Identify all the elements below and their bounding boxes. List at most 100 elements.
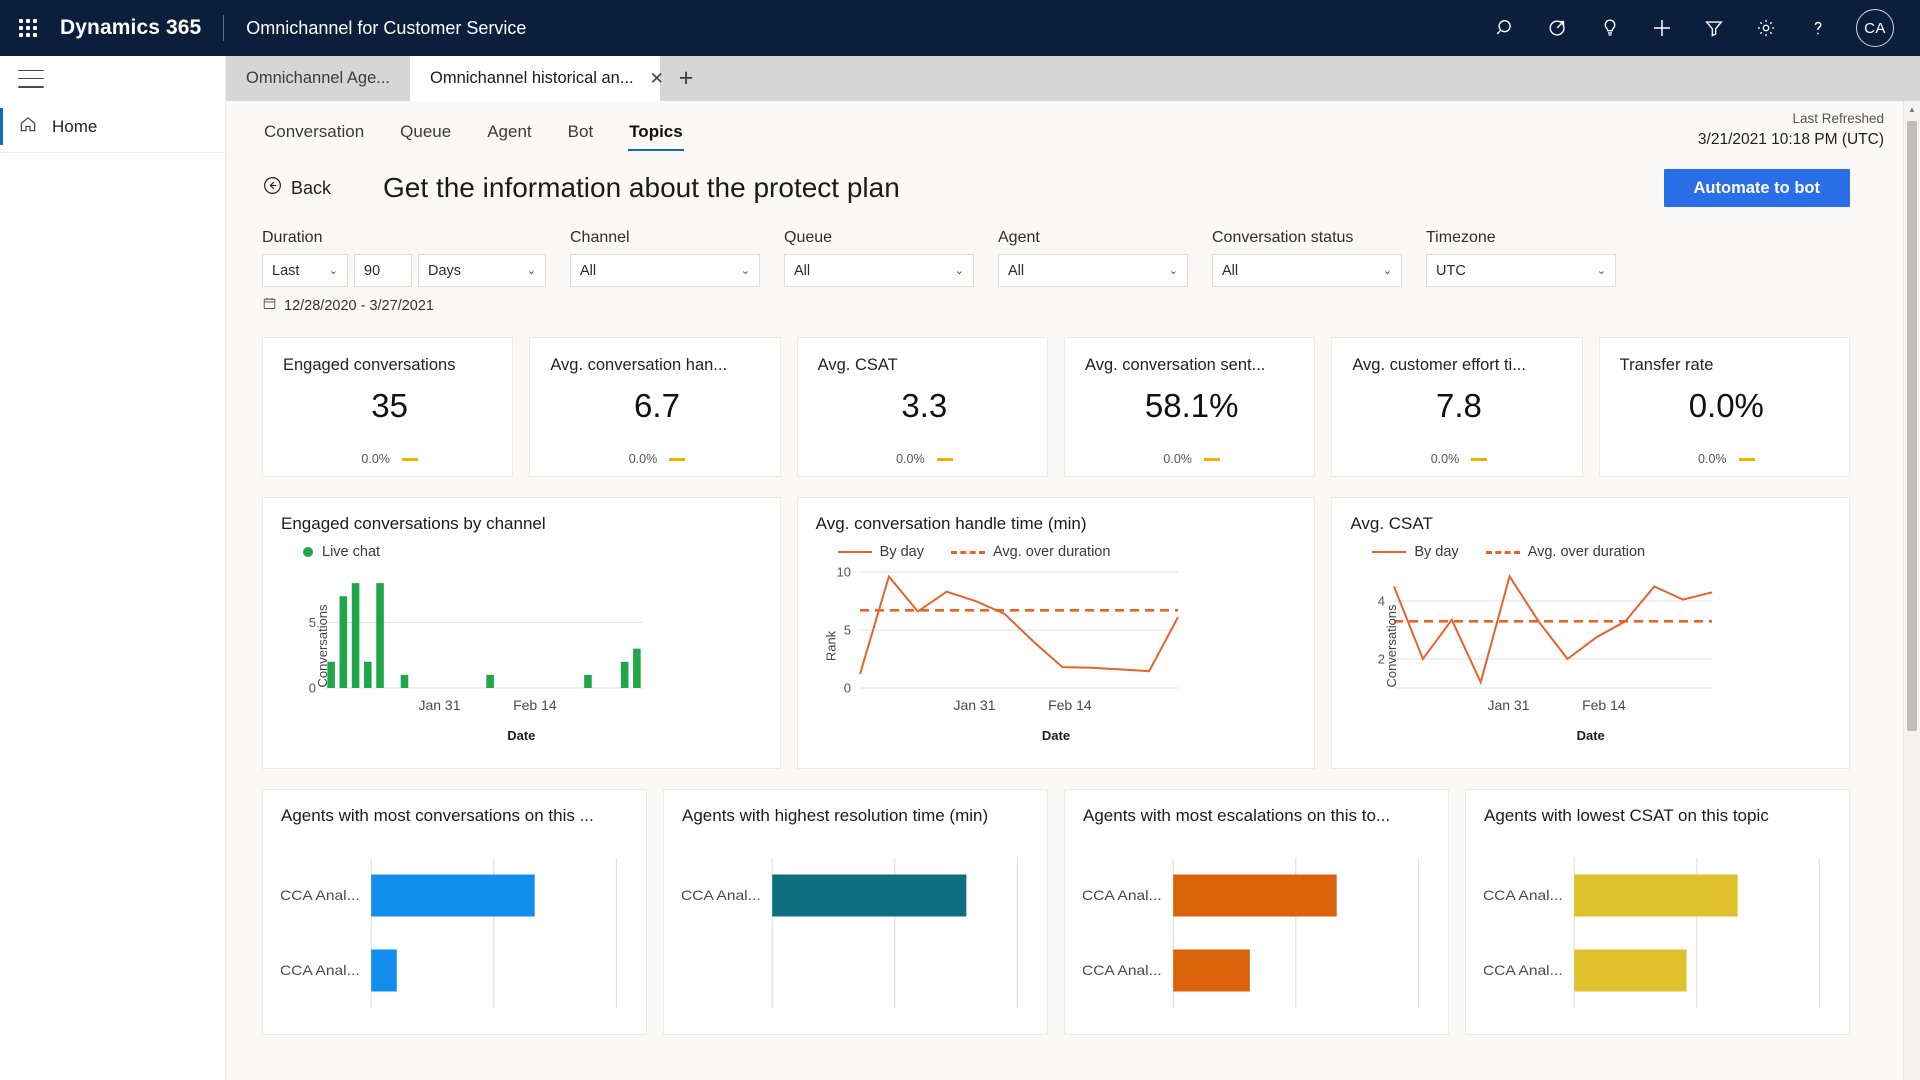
- chart-card[interactable]: Agents with highest resolution time (min…: [663, 789, 1048, 1035]
- filter-label: Queue: [784, 229, 833, 246]
- chart-card[interactable]: Agents with most conversations on this .…: [262, 789, 647, 1035]
- chart-title: Avg. CSAT: [1350, 514, 1433, 533]
- bar-category-label: CCA Anal...: [281, 964, 360, 979]
- chart-card[interactable]: Agents with most escalations on this to.…: [1064, 789, 1449, 1035]
- legend-marker-solid: [1372, 550, 1407, 554]
- kpi-delta: 0.0%: [896, 452, 925, 466]
- sidebar-item-home[interactable]: Home: [0, 101, 225, 153]
- conversation-status-select[interactable]: All ⌄: [1212, 254, 1402, 287]
- filter-label: Channel: [570, 229, 630, 246]
- bar[interactable]: [371, 949, 397, 992]
- legend-entry-byday: By day: [837, 544, 924, 560]
- chart-card[interactable]: Avg. conversation handle time (min) By da…: [796, 497, 1316, 769]
- legend-label: Live chat: [322, 544, 381, 560]
- avatar[interactable]: CA: [1856, 9, 1894, 47]
- agent-select[interactable]: All ⌄: [998, 254, 1188, 287]
- chart-card[interactable]: Agents with lowest CSAT on this topic CCA…: [1465, 789, 1850, 1035]
- bar[interactable]: [1574, 874, 1738, 917]
- kpi-card[interactable]: Engaged conversations 35 0.0%: [262, 337, 514, 477]
- legend-entry-byday: By day: [1372, 544, 1459, 560]
- scroll-up-arrow[interactable]: ▲: [1904, 101, 1920, 118]
- subtab-conversation[interactable]: Conversation: [250, 122, 378, 151]
- y-axis-label: Conversations: [1384, 604, 1400, 688]
- duration-amount-input[interactable]: 90: [354, 254, 412, 287]
- kpi-title: Avg. conversation sent...: [1084, 356, 1266, 374]
- kpi-card[interactable]: Transfer rate 0.0% 0.0%: [1598, 337, 1850, 477]
- bar[interactable]: [772, 874, 967, 917]
- add-icon[interactable]: [1638, 4, 1686, 52]
- chart-card[interactable]: Avg. CSAT By day Avg. over duration Convers…: [1331, 497, 1851, 769]
- select-value: Days: [428, 262, 462, 279]
- filter-label: Duration: [262, 229, 323, 246]
- assistant-icon[interactable]: [1534, 4, 1582, 52]
- add-tab-icon[interactable]: +: [660, 56, 712, 101]
- header-actions: CA: [1482, 4, 1910, 52]
- kpi-footer: 0.0%: [283, 452, 496, 466]
- line-series-by-day: [1393, 573, 1713, 686]
- scrollbar-thumb[interactable]: [1907, 121, 1917, 731]
- bar[interactable]: [1574, 949, 1687, 992]
- select-value: UTC: [1436, 262, 1466, 279]
- subtab-agent[interactable]: Agent: [473, 122, 545, 151]
- waffle-icon[interactable]: [0, 0, 56, 56]
- legend-marker: [303, 547, 313, 557]
- kpi-delta: 0.0%: [628, 452, 658, 466]
- bar[interactable]: [633, 648, 641, 688]
- horizontal-bar-plot: CCA Anal...: [682, 858, 1019, 1008]
- back-button[interactable]: Back: [262, 175, 331, 201]
- kpi-value: 58.1%: [1144, 387, 1239, 424]
- tab-label: Omnichannel historical an...: [430, 69, 634, 87]
- kpi-card[interactable]: Avg. customer effort ti... 7.8 0.0%: [1331, 337, 1583, 477]
- bar[interactable]: [400, 674, 409, 688]
- settings-gear-icon[interactable]: [1742, 4, 1790, 52]
- chart-card[interactable]: Engaged conversations by channel Live cha…: [262, 497, 781, 769]
- help-icon[interactable]: [1794, 4, 1842, 52]
- subtab-bot[interactable]: Bot: [554, 122, 608, 151]
- tab-omnichannel-agent[interactable]: Omnichannel Age...: [226, 56, 411, 101]
- bar[interactable]: [371, 874, 535, 917]
- kpi-card[interactable]: Avg. CSAT 3.3 0.0%: [796, 337, 1048, 477]
- page-title: Get the information about the protect pl…: [383, 172, 900, 203]
- last-refreshed-label: Last Refreshed: [1792, 111, 1884, 126]
- bar[interactable]: [376, 583, 384, 688]
- select-value: All: [794, 262, 811, 279]
- legend-marker-solid: [837, 550, 872, 554]
- kpi-delta: 0.0%: [361, 452, 390, 466]
- bar[interactable]: [1173, 949, 1250, 992]
- duration-mode-select[interactable]: Last ⌄: [262, 254, 348, 287]
- subtab-topics[interactable]: Topics: [615, 122, 697, 151]
- channel-select[interactable]: All ⌄: [570, 254, 760, 287]
- duration-unit-select[interactable]: Days ⌄: [418, 254, 546, 287]
- bar[interactable]: [364, 661, 372, 688]
- kpi-card[interactable]: Avg. conversation han... 6.7 0.0%: [529, 337, 781, 477]
- chart-plot-area: Rank 0 5 10 Jan 31 Feb 14: [816, 562, 1297, 730]
- bar[interactable]: [339, 596, 348, 688]
- subtab-queue[interactable]: Queue: [386, 122, 465, 151]
- header-divider: [223, 15, 225, 41]
- automate-to-bot-button[interactable]: Automate to bot: [1663, 169, 1850, 207]
- legend-marker-dashed: [1485, 550, 1520, 554]
- filter-label: Conversation status: [1212, 229, 1354, 246]
- home-icon: [18, 114, 38, 139]
- kpi-card[interactable]: Avg. conversation sent... 58.1% 0.0%: [1063, 337, 1316, 477]
- app-header-bar: Dynamics 365 Omnichannel for Customer Se…: [0, 0, 1920, 56]
- filter-conversation-status: Conversation status All ⌄: [1212, 229, 1402, 315]
- vertical-scrollbar[interactable]: ▲: [1903, 101, 1920, 1080]
- tab-omnichannel-historical[interactable]: Omnichannel historical an... ✕: [410, 56, 664, 101]
- kpi-footer: 0.0%: [1620, 452, 1833, 466]
- subtab-label: Topics: [629, 122, 683, 141]
- timezone-select[interactable]: UTC ⌄: [1426, 254, 1616, 287]
- insights-lightbulb-icon[interactable]: [1586, 4, 1634, 52]
- bar[interactable]: [486, 674, 494, 688]
- queue-select[interactable]: All ⌄: [784, 254, 974, 287]
- bar[interactable]: [620, 661, 629, 688]
- filter-icon[interactable]: [1690, 4, 1738, 52]
- bar[interactable]: [584, 674, 592, 688]
- chevron-down-icon: ⌄: [1168, 265, 1178, 277]
- bar[interactable]: [1173, 874, 1337, 917]
- svg-text:Jan 31: Jan 31: [1488, 697, 1530, 713]
- hamburger-menu-icon[interactable]: [18, 69, 44, 88]
- svg-text:Feb 14: Feb 14: [513, 697, 557, 713]
- search-icon[interactable]: [1482, 4, 1530, 52]
- bar[interactable]: [351, 583, 360, 688]
